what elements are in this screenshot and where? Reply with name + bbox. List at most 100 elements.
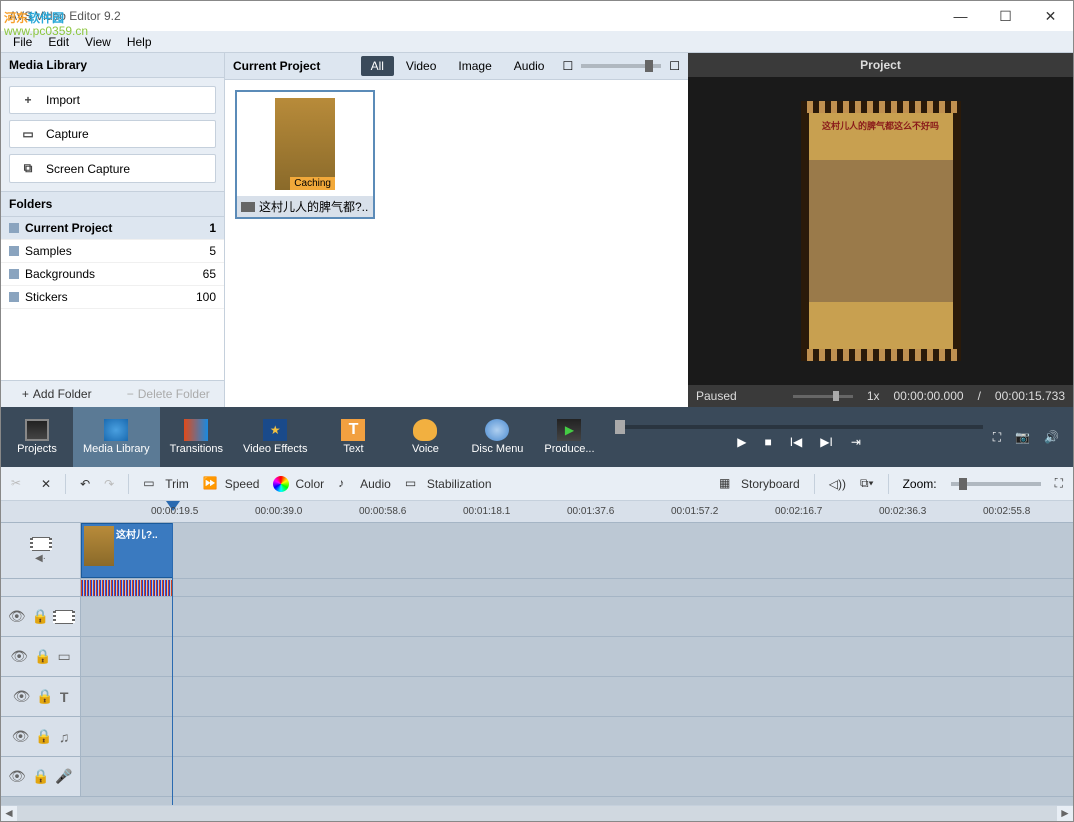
undo-button[interactable]: ↶	[80, 477, 90, 491]
ruler-mark: 00:00:58.6	[359, 506, 406, 517]
add-folder-label: Add Folder	[33, 387, 92, 401]
text-button[interactable]: Text	[317, 407, 389, 467]
media-library-button[interactable]: Media Library	[73, 407, 160, 467]
lock-icon[interactable]: 🔒	[32, 768, 49, 785]
x-icon: ✕	[41, 477, 51, 491]
speed-slider[interactable]	[793, 395, 853, 398]
projects-button[interactable]: Projects	[1, 407, 73, 467]
redo-icon: ↷	[104, 477, 114, 491]
folder-icon	[9, 223, 19, 233]
fullscreen-icon[interactable]: ⛶	[993, 430, 1001, 445]
snapshot-icon[interactable]: 📷	[1015, 430, 1030, 444]
next-frame-button[interactable]: ▶I	[820, 435, 833, 449]
tab-audio[interactable]: Audio	[504, 56, 555, 76]
preview-frame-text: 这村儿人的脾气都这么不好吗	[809, 113, 953, 132]
delete-folder-button: −Delete Folder	[113, 381, 225, 407]
zoom-fit-button[interactable]: ⛶	[1055, 476, 1063, 491]
folder-current-project[interactable]: Current Project 1	[1, 217, 224, 240]
folder-backgrounds[interactable]: Backgrounds65	[1, 263, 224, 286]
horizontal-scrollbar[interactable]: ◄ ►	[1, 805, 1073, 821]
stabilization-button[interactable]: ▭Stabilization	[405, 476, 492, 492]
menu-file[interactable]: File	[7, 33, 38, 51]
lock-icon[interactable]: 🔒	[36, 688, 53, 705]
main-video-track[interactable]: ◀· 这村儿?..	[1, 523, 1073, 579]
maximize-button[interactable]: ☐	[983, 1, 1028, 31]
voice-track[interactable]: 👁🔒🎤	[1, 757, 1073, 797]
video-clip[interactable]: 这村儿?..	[81, 523, 173, 578]
eye-icon[interactable]: 👁	[13, 688, 31, 705]
video-effects-button[interactable]: Video Effects	[233, 407, 317, 467]
play-button[interactable]: ▶	[737, 435, 746, 449]
voice-button[interactable]: Voice	[389, 407, 461, 467]
media-thumbnail[interactable]: Caching 这村儿人的脾气都?..	[235, 90, 375, 219]
screen-capture-button[interactable]: ⧉Screen Capture	[9, 154, 216, 183]
trim-button[interactable]: ▭Trim	[143, 476, 189, 492]
aspect-icon[interactable]: ⧉▾	[860, 476, 874, 491]
playback-slider[interactable]	[615, 425, 982, 429]
capture-button[interactable]: ▭Capture	[9, 120, 216, 148]
speed-button[interactable]: ⏩Speed	[203, 476, 260, 492]
grid-small-icon[interactable]: ☐	[562, 59, 573, 73]
folder-count: 100	[196, 290, 216, 304]
folder-stickers[interactable]: Stickers100	[1, 286, 224, 309]
minimize-button[interactable]: —	[938, 1, 983, 31]
volume-icon[interactable]: 🔊	[1044, 430, 1059, 444]
prev-frame-button[interactable]: I◀	[790, 435, 803, 449]
audio-track[interactable]: 👁🔒♫	[1, 717, 1073, 757]
voice-label: Voice	[412, 443, 439, 455]
scroll-left-icon[interactable]: ◄	[1, 806, 17, 821]
scroll-right-icon[interactable]: ►	[1057, 806, 1073, 821]
folder-name: Current Project	[25, 221, 112, 235]
overlay-track[interactable]: 👁🔒	[1, 597, 1073, 637]
folders-header: Folders	[1, 191, 224, 217]
eye-icon[interactable]: 👁	[12, 728, 30, 745]
add-folder-button[interactable]: + Add Folder	[1, 381, 113, 407]
playback-speed: 1x	[867, 389, 880, 403]
grid-large-icon[interactable]: ☐	[669, 59, 680, 73]
tab-video[interactable]: Video	[396, 56, 446, 76]
close-button[interactable]: ✕	[1028, 1, 1073, 31]
eye-icon[interactable]: 👁	[10, 648, 28, 665]
folder-count: 1	[209, 221, 216, 235]
produce-button[interactable]: Produce...	[533, 407, 605, 467]
transitions-button[interactable]: Transitions	[160, 407, 233, 467]
plus-icon: +	[22, 387, 29, 401]
menu-view[interactable]: View	[79, 33, 117, 51]
ruler-mark: 00:02:36.3	[879, 506, 926, 517]
timeline-ruler[interactable]: 00:00:19.5 00:00:39.0 00:00:58.6 00:01:1…	[1, 501, 1073, 523]
volume-mixer-icon[interactable]: ◁))	[829, 477, 846, 491]
stop-button[interactable]: ■	[764, 435, 771, 449]
color-button[interactable]: Color	[273, 476, 324, 492]
eye-icon[interactable]: 👁	[8, 768, 26, 785]
storyboard-button[interactable]: ▦Storyboard	[719, 476, 800, 492]
import-button[interactable]: +Import	[9, 86, 216, 114]
tab-image[interactable]: Image	[448, 56, 501, 76]
lock-icon[interactable]: 🔒	[32, 608, 49, 625]
tab-all[interactable]: All	[361, 56, 394, 76]
media-label: Media Library	[83, 443, 150, 455]
lock-icon[interactable]: 🔒	[34, 648, 51, 665]
thumbnail-name: 这村儿人的脾气都?..	[259, 198, 368, 215]
trim-icon: ▭	[143, 476, 159, 492]
storyboard-icon: ▦	[719, 476, 735, 492]
menu-edit[interactable]: Edit	[42, 33, 75, 51]
thumbnail-size-slider[interactable]	[581, 64, 661, 68]
zoom-slider[interactable]	[951, 482, 1041, 486]
folder-samples[interactable]: Samples5	[1, 240, 224, 263]
preview-viewport[interactable]: 这村儿人的脾气都这么不好吗	[688, 77, 1073, 385]
text-label: Text	[343, 443, 363, 455]
next-scene-button[interactable]: ⇥	[851, 435, 861, 449]
delete-button[interactable]: ✕	[41, 477, 51, 491]
undo-icon: ↶	[80, 477, 90, 491]
produce-label: Produce...	[544, 443, 594, 455]
color-label: Color	[295, 477, 324, 491]
menu-help[interactable]: Help	[121, 33, 158, 51]
text-track[interactable]: 👁🔒T	[1, 677, 1073, 717]
note-icon: ♪	[338, 476, 354, 492]
audio-button[interactable]: ♪Audio	[338, 476, 391, 492]
disc-menu-button[interactable]: Disc Menu	[461, 407, 533, 467]
lock-icon[interactable]: 🔒	[35, 728, 52, 745]
eye-icon[interactable]: 👁	[8, 608, 26, 625]
effects-track[interactable]: 👁🔒▭	[1, 637, 1073, 677]
transitions-icon	[184, 419, 208, 441]
